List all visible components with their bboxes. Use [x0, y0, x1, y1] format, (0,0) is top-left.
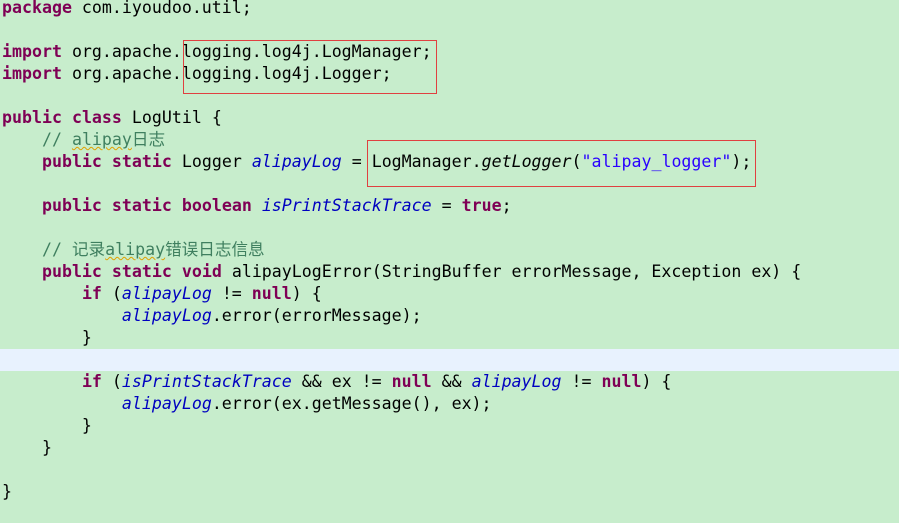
token-cm: 错误日志信息: [165, 240, 265, 259]
token-kw: void: [181, 262, 222, 281]
token-text: ) {: [641, 372, 672, 391]
token-fld: alipayLog: [471, 372, 562, 391]
token-text: }: [2, 328, 92, 347]
code-line[interactable]: public static void alipayLogError(String…: [0, 261, 899, 283]
code-line[interactable]: [0, 217, 899, 239]
code-line[interactable]: import org.apache.logging.log4j.LogManag…: [0, 41, 899, 63]
token-kw: null: [391, 372, 432, 391]
token-kw: boolean: [181, 196, 252, 215]
token-text: );: [731, 152, 752, 171]
code-line[interactable]: // alipay日志: [0, 129, 899, 151]
token-str: "alipay_logger": [581, 152, 732, 171]
token-kw: true: [461, 196, 502, 215]
code-line[interactable]: alipayLog.error(ex.getMessage(), ex);: [0, 393, 899, 415]
token-text: = LogManager.: [341, 152, 482, 171]
token-text: LogUtil {: [121, 108, 222, 127]
token-text: ;: [501, 196, 512, 215]
token-fld: alipayLog: [121, 394, 212, 413]
token-it: getLogger: [481, 152, 572, 171]
code-line[interactable]: public static boolean isPrintStackTrace …: [0, 195, 899, 217]
token-cm: alipay: [105, 240, 166, 259]
token-text: !=: [561, 372, 602, 391]
token-text: }: [2, 482, 12, 501]
token-text: .error(errorMessage);: [211, 306, 422, 325]
token-kw: public: [2, 108, 62, 127]
token-kw: if: [81, 284, 102, 303]
code-line[interactable]: [0, 173, 899, 195]
token-kw: package: [2, 0, 72, 17]
token-text: org.apache.logging.log4j.LogManager;: [61, 42, 432, 61]
token-text: Logger: [171, 152, 252, 171]
code-line[interactable]: }: [0, 437, 899, 459]
token-kw: static: [111, 196, 172, 215]
token-kw: public: [41, 262, 102, 281]
token-text: org.apache.logging.log4j.Logger;: [61, 64, 392, 83]
code-line[interactable]: [0, 19, 899, 41]
token-text: (: [571, 152, 582, 171]
token-kw: static: [111, 152, 172, 171]
code-line[interactable]: [0, 85, 899, 107]
token-kw: import: [2, 42, 62, 61]
code-line[interactable]: alipayLog.error(errorMessage);: [0, 305, 899, 327]
token-text: =: [431, 196, 462, 215]
token-kw: public: [41, 196, 102, 215]
code-line[interactable]: [0, 459, 899, 481]
token-cm: //: [41, 130, 72, 149]
token-text: }: [2, 416, 92, 435]
token-cm: 日志: [131, 130, 166, 149]
code-line[interactable]: }: [0, 481, 899, 503]
code-line[interactable]: public static Logger alipayLog = LogMana…: [0, 151, 899, 173]
token-kw: null: [601, 372, 642, 391]
token-text: ) {: [291, 284, 322, 303]
token-text: (: [101, 372, 122, 391]
code-line[interactable]: if (alipayLog != null) {: [0, 283, 899, 305]
token-text: && ex !=: [291, 372, 392, 391]
code-line[interactable]: // 记录alipay错误日志信息: [0, 239, 899, 261]
token-text: alipayLogError(StringBuffer errorMessage…: [221, 262, 802, 281]
code-line[interactable]: }: [0, 327, 899, 349]
code-line[interactable]: }: [0, 415, 899, 437]
token-text: }: [2, 438, 52, 457]
token-text: !=: [211, 284, 252, 303]
code-line[interactable]: if (isPrintStackTrace && ex != null && a…: [0, 371, 899, 393]
token-cm: alipay: [71, 130, 132, 149]
token-kw: class: [71, 108, 122, 127]
token-fld: alipayLog: [121, 306, 212, 325]
token-fld: alipayLog: [251, 152, 342, 171]
token-cm: // 记录: [41, 240, 106, 259]
token-text: &&: [431, 372, 472, 391]
token-kw: public: [41, 152, 102, 171]
token-fld: isPrintStackTrace: [261, 196, 432, 215]
token-text: (: [101, 284, 122, 303]
code-line[interactable]: public class LogUtil {: [0, 107, 899, 129]
code-line[interactable]: import org.apache.logging.log4j.Logger;: [0, 63, 899, 85]
token-text: com.iyoudoo.util;: [71, 0, 252, 17]
token-fld: isPrintStackTrace: [121, 372, 292, 391]
token-kw: if: [81, 372, 102, 391]
token-kw: null: [251, 284, 292, 303]
token-kw: static: [111, 262, 172, 281]
current-code-line[interactable]: [0, 349, 899, 371]
token-text: .error(ex.getMessage(), ex);: [211, 394, 492, 413]
token-kw: import: [2, 64, 62, 83]
code-line[interactable]: package com.iyoudoo.util;: [0, 0, 899, 19]
token-fld: alipayLog: [121, 284, 212, 303]
